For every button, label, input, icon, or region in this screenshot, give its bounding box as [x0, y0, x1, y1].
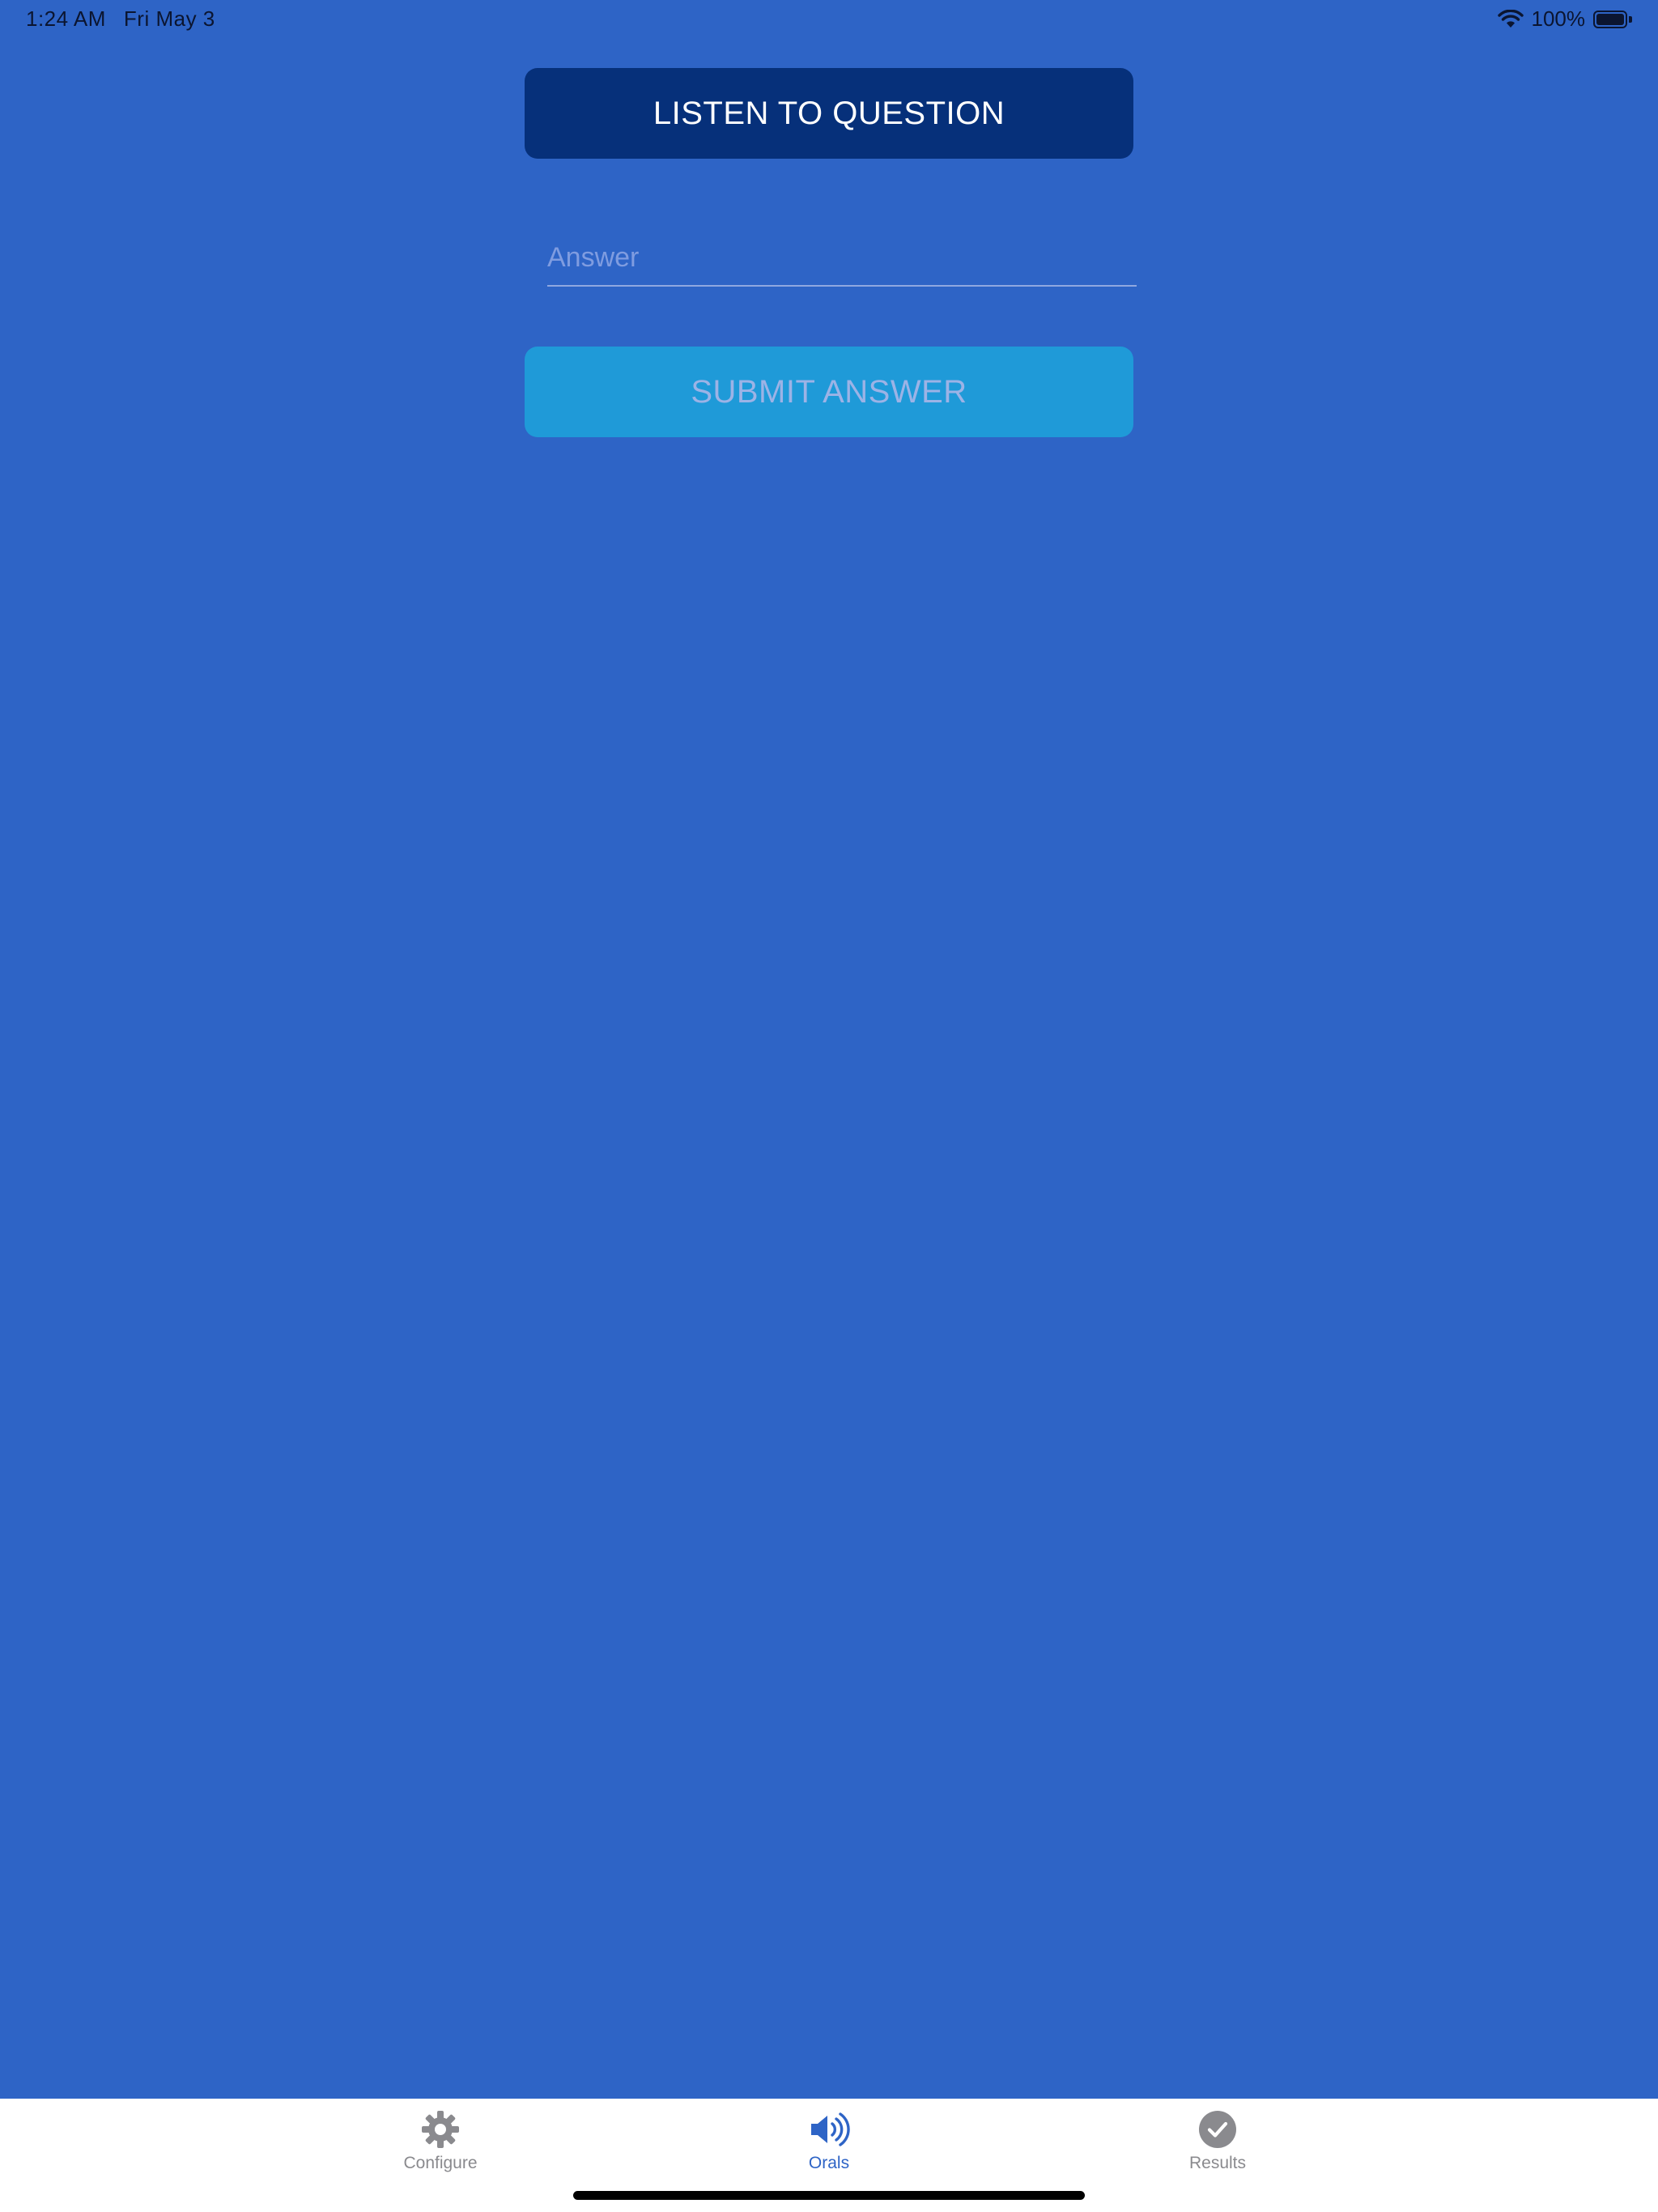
speaker-icon — [808, 2110, 850, 2149]
status-time: 1:24 AM — [26, 6, 106, 31]
gear-icon — [421, 2110, 460, 2149]
tab-bar: Configure Orals Results — [0, 2099, 1658, 2212]
home-indicator — [573, 2191, 1085, 2200]
battery-fill — [1596, 13, 1624, 25]
tab-results-label: Results — [1188, 2154, 1247, 2172]
checkmark-circle-icon — [1198, 2110, 1237, 2149]
tab-results[interactable]: Results — [1137, 2110, 1299, 2173]
listen-to-question-button[interactable]: LISTEN TO QUESTION — [525, 68, 1133, 159]
answer-input[interactable] — [547, 230, 1137, 287]
wifi-icon — [1497, 9, 1524, 29]
submit-answer-button[interactable]: SUBMIT ANSWER — [525, 347, 1133, 437]
status-left: 1:24 AM Fri May 3 — [26, 6, 215, 32]
tab-configure-label: Configure — [403, 2154, 478, 2172]
battery-tip — [1629, 15, 1632, 23]
battery-body — [1593, 10, 1627, 28]
tab-configure[interactable]: Configure — [359, 2110, 521, 2173]
status-bar: 1:24 AM Fri May 3 100% — [0, 0, 1658, 39]
status-right: 100% — [1497, 6, 1632, 32]
tab-orals[interactable]: Orals — [748, 2110, 910, 2173]
tab-orals-label: Orals — [808, 2154, 850, 2172]
battery-icon — [1593, 10, 1632, 28]
battery-percent: 100% — [1531, 6, 1586, 31]
status-date: Fri May 3 — [123, 6, 215, 31]
